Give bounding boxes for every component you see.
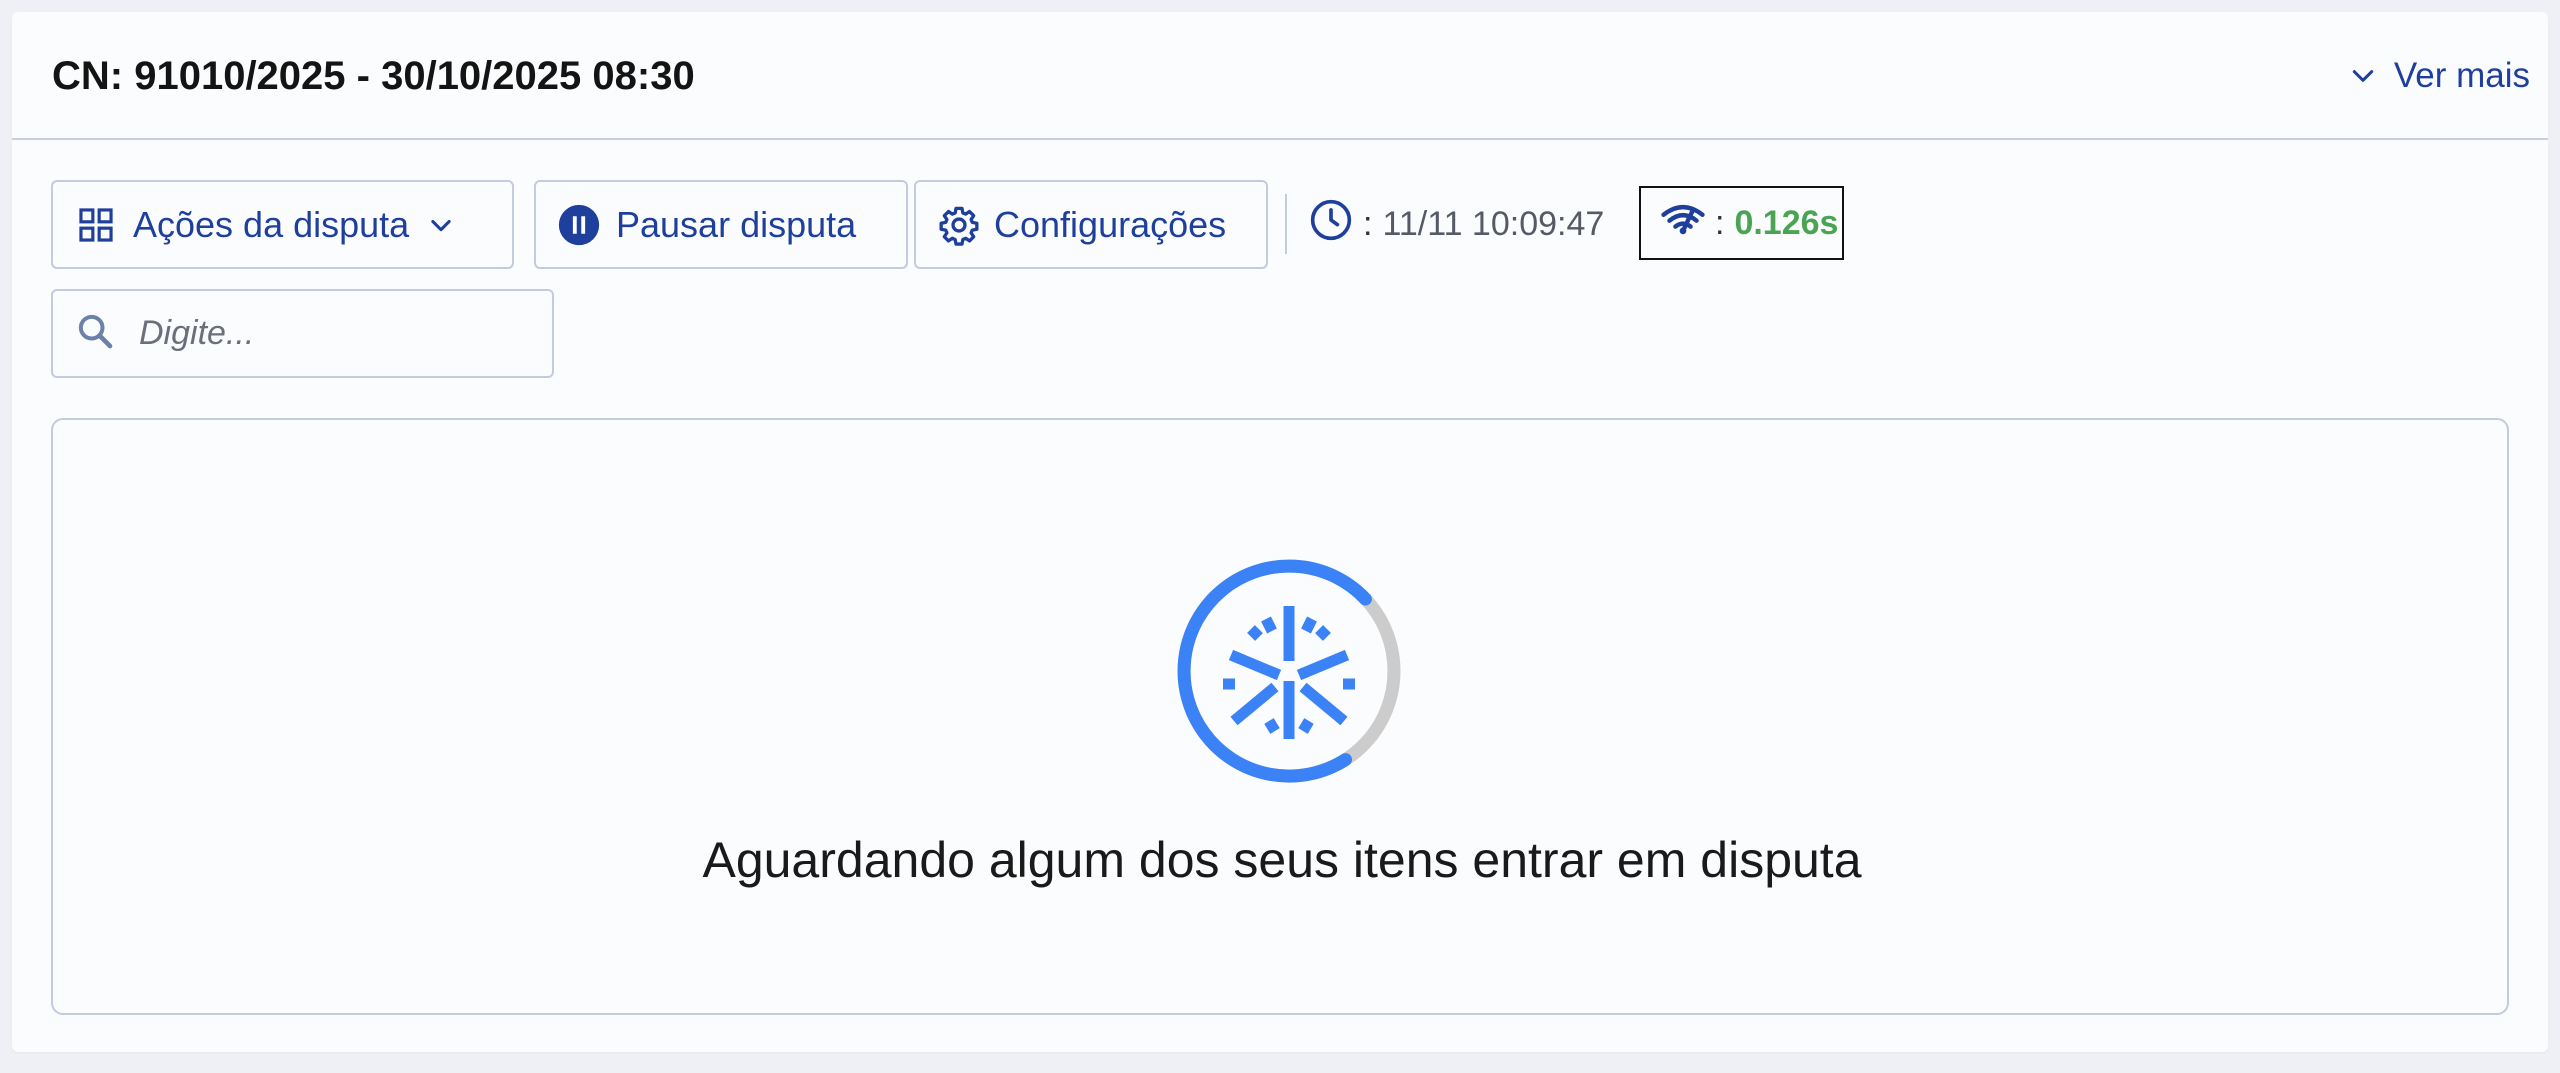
search-input[interactable] (139, 314, 519, 353)
server-clock: : 11/11 10:09:47 (1309, 198, 1604, 250)
chevron-down-icon (427, 211, 455, 239)
acoes-label: Ações da disputa (133, 203, 410, 245)
ver-mais-button[interactable]: Ver mais (2350, 50, 2530, 102)
ver-mais-label: Ver mais (2393, 56, 2530, 95)
clock-separator: : (1363, 204, 1373, 243)
pausar-disputa-button[interactable]: Pausar disputa (534, 180, 908, 269)
acoes-da-disputa-button[interactable]: Ações da disputa (51, 180, 514, 269)
grid-icon (77, 206, 115, 244)
pause-circle-icon (558, 204, 600, 246)
search-icon (75, 311, 115, 356)
latency-separator: : (1715, 203, 1725, 242)
gear-icon (938, 204, 980, 246)
latency-indicator: : 0.126s (1639, 186, 1844, 260)
configuracoes-button[interactable]: Configurações (914, 180, 1268, 269)
clock-icon (1309, 198, 1353, 251)
chevron-down-icon (2350, 63, 2376, 89)
empty-state-message: Aguardando algum dos seus itens entrar e… (702, 832, 1862, 888)
empty-state-panel: Aguardando algum dos seus itens entrar e… (51, 418, 2509, 1015)
loading-spinner (1169, 551, 1409, 791)
snowflake-icon (1223, 606, 1355, 739)
pausar-label: Pausar disputa (616, 203, 857, 245)
toolbar-divider (1285, 194, 1287, 254)
clock-value: 11/11 10:09:47 (1382, 204, 1605, 243)
search-box[interactable] (51, 289, 554, 378)
signal-icon (1661, 201, 1705, 246)
dispute-card: CN: 91010/2025 - 30/10/2025 08:30 Ver ma… (12, 12, 2548, 1052)
latency-value: 0.126s (1734, 203, 1839, 242)
page-title: CN: 91010/2025 - 30/10/2025 08:30 (52, 54, 695, 98)
config-label: Configurações (994, 203, 1227, 245)
card-header: CN: 91010/2025 - 30/10/2025 08:30 Ver ma… (12, 12, 2548, 140)
